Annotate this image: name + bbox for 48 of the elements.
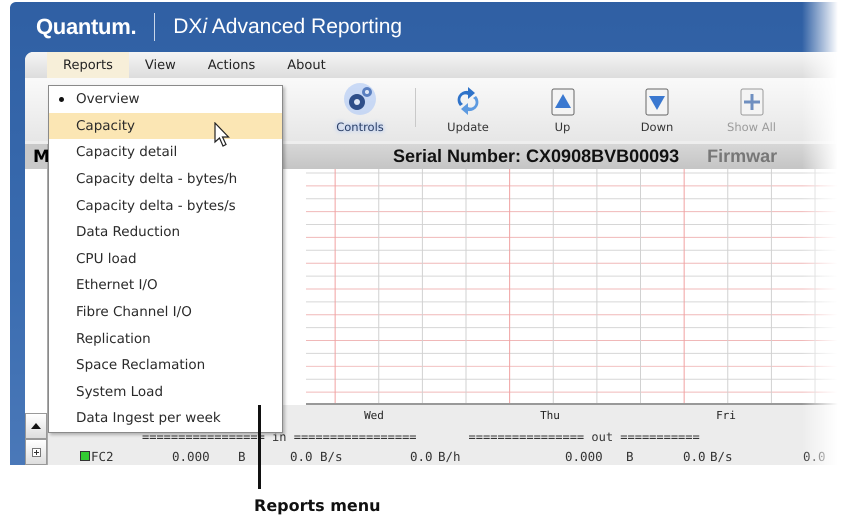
menu-option[interactable]: Capacity delta - bytes/s [49, 192, 282, 219]
plus-box-icon [32, 448, 40, 456]
table-cell-text: B [238, 448, 247, 464]
app-title: DXi Advanced Reporting [173, 15, 402, 39]
table-cell-text: 0.000 [565, 448, 604, 464]
day-label: Fri [715, 409, 737, 422]
day-label: Thu [539, 409, 561, 422]
toolbar-button[interactable]: Update [421, 78, 515, 141]
scroll-up-button[interactable] [25, 413, 47, 439]
up-triangle-icon [31, 423, 41, 429]
toolbar-button[interactable]: Down [610, 78, 704, 141]
table-cell-text: 0.0 [410, 448, 434, 464]
expand-button[interactable] [25, 439, 47, 465]
menu-option[interactable]: Data Ingest per week [49, 405, 282, 432]
callout-label: Reports menu [254, 496, 381, 515]
menu-option[interactable]: Space Reclamation [49, 352, 282, 379]
table-cell-text: B/s [320, 448, 344, 464]
menu-option[interactable]: Replication [49, 325, 282, 352]
table-cell-text: 0.0 [683, 448, 707, 464]
menu-option[interactable]: Ethernet I/O [49, 272, 282, 299]
gears-icon [343, 82, 377, 116]
table-cell-text: B/h [438, 448, 462, 464]
menu-item[interactable]: Actions [192, 52, 272, 78]
menu-item[interactable]: About [271, 52, 342, 78]
table-cell-text: 0.0 [803, 448, 827, 464]
table-cell-text: B/s [710, 448, 734, 464]
menu-option[interactable]: CPU load [49, 246, 282, 272]
logo: Quantum. [36, 14, 136, 40]
menu-option[interactable]: System Load [49, 378, 282, 406]
toolbar-button[interactable]: Up [515, 78, 610, 141]
day-label: Wed [363, 409, 385, 422]
table-cell-text: B [626, 448, 635, 464]
menu-option[interactable]: Capacity delta - bytes/h [49, 166, 282, 192]
menu-option[interactable]: Overview [49, 86, 282, 113]
table-cell-text: 0.0 [290, 448, 314, 464]
menu-option[interactable]: Capacity detail [49, 139, 282, 166]
plus-icon [740, 88, 764, 116]
menu-option[interactable]: Data Reduction [49, 218, 282, 246]
menu-option[interactable]: Capacity [49, 112, 282, 140]
toolbar-button[interactable]: Controls [310, 78, 410, 141]
menu-item[interactable]: Reports [47, 52, 129, 78]
table-cell-text: 0.000 [172, 448, 211, 464]
menu-item[interactable]: View [128, 52, 192, 78]
row-name: FC2 [91, 448, 115, 464]
firmware-label: Firmwar [707, 146, 778, 167]
menu-option[interactable]: Fibre Channel I/O [49, 298, 282, 326]
legend-out: ================ out =========== [468, 430, 700, 446]
serial-number: Serial Number: CX0908BVB00093 [393, 146, 680, 167]
